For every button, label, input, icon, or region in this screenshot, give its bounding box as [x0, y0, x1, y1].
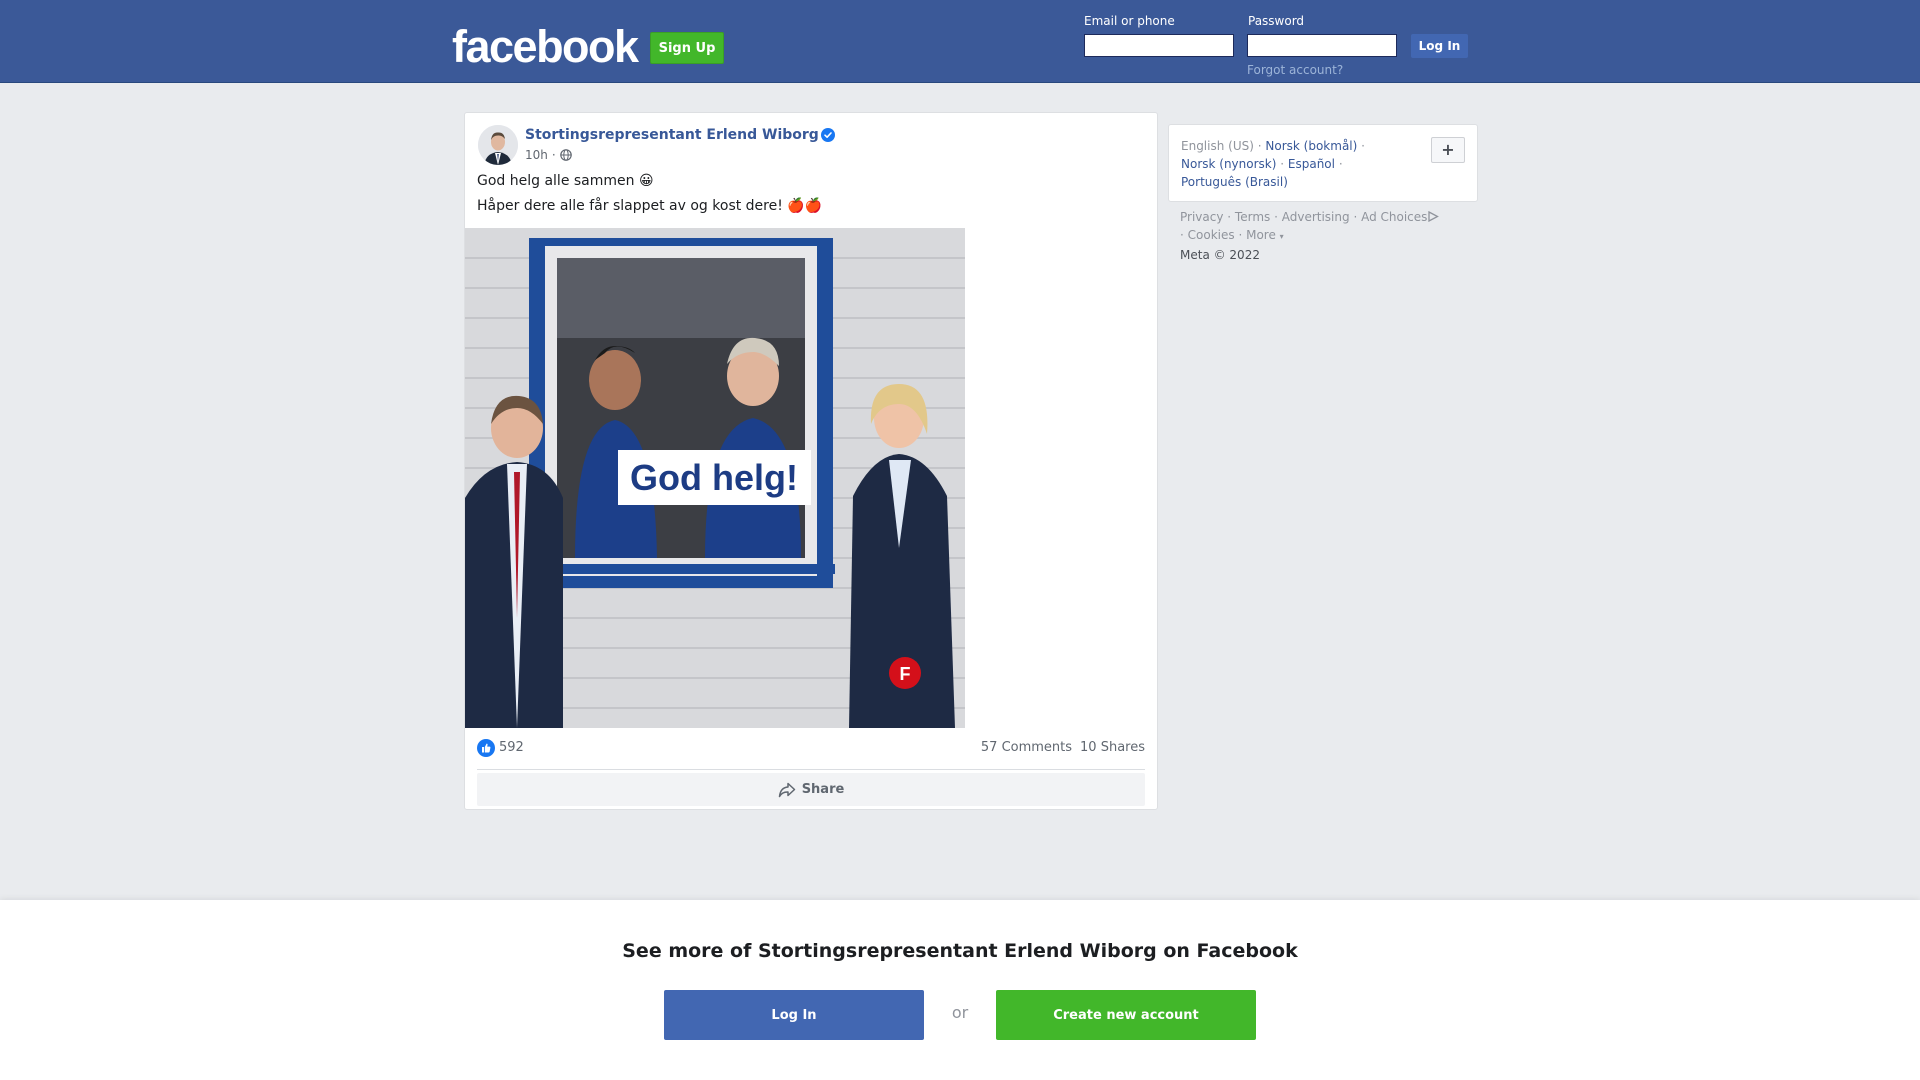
language-link-norsk-bokmal[interactable]: Norsk (bokmål): [1265, 139, 1357, 153]
separator: ·: [1361, 139, 1365, 153]
language-link-norsk-nynorsk[interactable]: Norsk (nynorsk): [1181, 157, 1276, 171]
divider: [477, 769, 1145, 770]
comments-count-link[interactable]: 57 Comments: [981, 740, 1072, 755]
ad-choices-label: Ad Choices: [1361, 210, 1428, 224]
post-stats: 592 57 Comments 10 Shares: [477, 738, 1145, 758]
email-field[interactable]: [1084, 34, 1234, 57]
post-author-link[interactable]: Stortingsrepresentant Erlend Wiborg: [525, 127, 819, 143]
post-photo[interactable]: God helg! F: [465, 228, 965, 728]
banner-login-button[interactable]: Log In: [664, 990, 924, 1040]
current-language: English (US): [1181, 139, 1254, 153]
footer-link-advertising[interactable]: Advertising: [1282, 210, 1350, 224]
photo-sign-text: God helg!: [630, 457, 798, 498]
footer-links: Privacy · Terms · Advertising · Ad Choic…: [1180, 208, 1480, 264]
separator: ·: [1274, 210, 1282, 224]
post-meta: 10h ·: [525, 148, 572, 162]
footer-link-terms[interactable]: Terms: [1235, 210, 1270, 224]
forgot-account-link[interactable]: Forgot account?: [1247, 63, 1343, 77]
ad-choices-icon: [1428, 211, 1440, 222]
language-link-portugues[interactable]: Português (Brasil): [1181, 175, 1288, 189]
login-button[interactable]: Log In: [1411, 34, 1468, 58]
or-separator: or: [951, 1003, 969, 1022]
plus-icon: +: [1441, 140, 1455, 159]
footer-link-more[interactable]: More ▾: [1246, 228, 1284, 242]
footer-link-privacy[interactable]: Privacy: [1180, 210, 1223, 224]
post-text-line: God helg alle sammen 😀: [477, 173, 654, 189]
like-reaction-icon[interactable]: [477, 739, 495, 757]
share-label: Share: [801, 782, 845, 797]
separator: ·: [1180, 228, 1188, 242]
email-label: Email or phone: [1084, 14, 1175, 28]
create-account-button[interactable]: Create new account: [996, 990, 1256, 1040]
signup-button[interactable]: Sign Up: [650, 32, 724, 64]
share-button[interactable]: Share: [477, 773, 1145, 806]
post-timestamp[interactable]: 10h: [525, 148, 548, 162]
separator: ·: [1280, 157, 1288, 171]
meta-separator: ·: [551, 148, 556, 162]
avatar[interactable]: [478, 125, 518, 165]
separator: ·: [1238, 228, 1247, 242]
footer-link-ad-choices[interactable]: Ad Choices: [1361, 210, 1440, 224]
language-link-espanol[interactable]: Español: [1288, 157, 1335, 171]
separator: ·: [1338, 157, 1343, 171]
facebook-logo[interactable]: facebook: [452, 22, 639, 72]
language-selector: English (US) · Norsk (bokmål) · Norsk (n…: [1168, 124, 1478, 202]
caret-down-icon: ▾: [1279, 232, 1284, 241]
verified-badge-icon: [821, 128, 835, 142]
comments-shares: 57 Comments 10 Shares: [981, 740, 1145, 755]
separator: ·: [1353, 210, 1362, 224]
top-bar: facebook Sign Up Email or phone Password…: [0, 0, 1920, 83]
post-card: Stortingsrepresentant Erlend Wiborg 10h …: [464, 112, 1158, 810]
post-text-line: Håper dere alle får slappet av og kost d…: [477, 198, 823, 214]
password-label: Password: [1248, 14, 1305, 28]
party-logo-letter: F: [900, 664, 911, 684]
separator: ·: [1227, 210, 1235, 224]
copyright: Meta © 2022: [1180, 248, 1260, 262]
banner-title: See more of Stortingsrepresentant Erlend…: [622, 940, 1298, 962]
add-language-button[interactable]: +: [1431, 137, 1465, 163]
share-arrow-icon: [778, 782, 795, 797]
login-prompt-banner: See more of Stortingsrepresentant Erlend…: [0, 900, 1920, 1080]
globe-icon: [559, 149, 572, 161]
like-count[interactable]: 592: [499, 740, 524, 755]
shares-count-link[interactable]: 10 Shares: [1080, 740, 1145, 755]
more-label: More: [1246, 228, 1276, 242]
language-list: English (US) · Norsk (bokmål) · Norsk (n…: [1181, 137, 1421, 191]
password-field[interactable]: [1247, 34, 1397, 57]
footer-link-cookies[interactable]: Cookies: [1188, 228, 1235, 242]
